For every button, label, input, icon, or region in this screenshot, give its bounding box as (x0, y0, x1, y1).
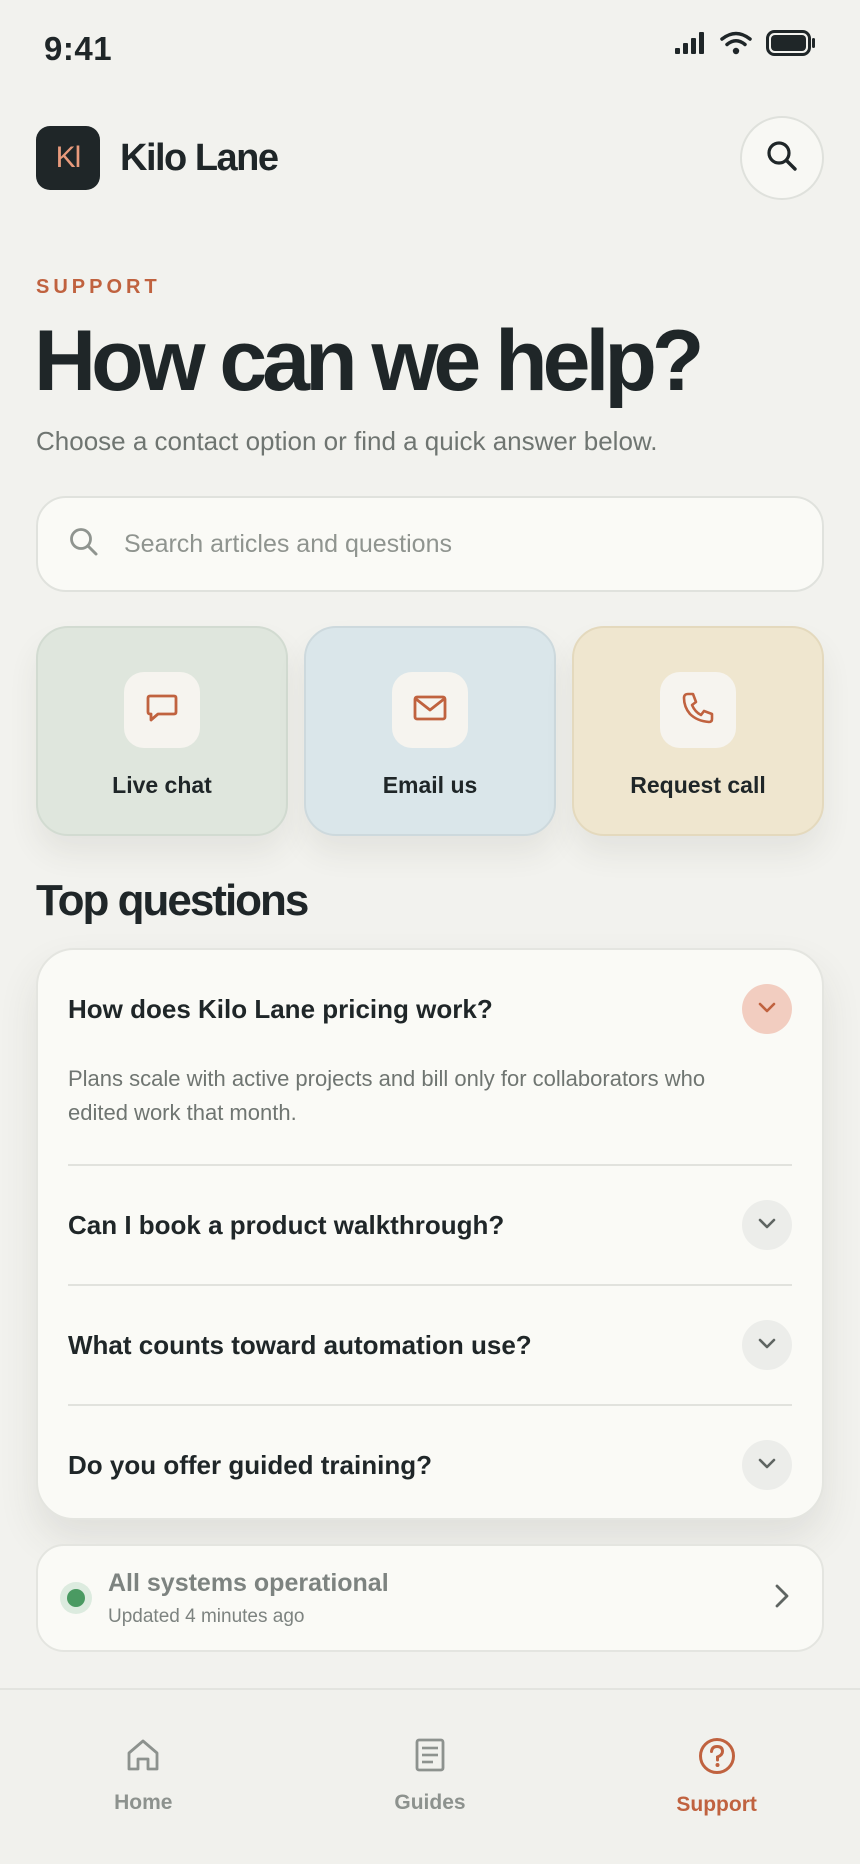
status-icons (674, 30, 816, 56)
search-icon (765, 139, 799, 178)
chevron-down-icon (757, 1000, 777, 1019)
wifi-icon (720, 31, 752, 55)
brand-logo: Kl (36, 126, 100, 190)
page-title: How can we help? (34, 313, 704, 409)
tab-bar: Home Guides Support (0, 1688, 860, 1864)
app-header: Kl Kilo Lane (36, 116, 824, 200)
faq-question-row[interactable]: How does Kilo Lane pricing work? (68, 950, 792, 1068)
email-us-button[interactable]: Email us (304, 626, 556, 836)
faq-question: What counts toward automation use? (68, 1329, 532, 1360)
chevron-right-icon (774, 1583, 790, 1614)
faq-question-row[interactable]: Do you offer guided training? (68, 1406, 792, 1524)
live-chat-button[interactable]: Live chat (36, 626, 288, 836)
status-bar: 9:41 (0, 0, 860, 96)
phone-icon (679, 689, 717, 732)
faq-list: How does Kilo Lane pricing work? Plans s… (36, 948, 824, 1520)
status-updated: Updated 4 minutes ago (108, 1605, 305, 1627)
tab-support[interactable]: Support (617, 1736, 817, 1864)
faq-question: Can I book a product walkthrough? (68, 1209, 505, 1240)
section-eyebrow: SUPPORT (36, 276, 161, 298)
tab-label: Guides (394, 1791, 466, 1814)
help-circle-icon (697, 1736, 737, 1781)
status-arrow[interactable] (762, 1578, 802, 1618)
status-indicator (60, 1582, 92, 1614)
search-input[interactable] (124, 529, 764, 559)
contact-icon-wrap (124, 672, 200, 748)
chat-bubble-icon (144, 690, 180, 731)
faq-item[interactable]: Can I book a product walkthrough? (68, 1166, 792, 1286)
request-call-button[interactable]: Request call (572, 626, 824, 836)
document-icon (411, 1736, 449, 1779)
faq-toggle[interactable] (742, 984, 792, 1034)
faq-item[interactable]: Do you offer guided training? (68, 1406, 792, 1524)
faq-question: Do you offer guided training? (68, 1449, 432, 1480)
faq-toggle[interactable] (742, 1200, 792, 1250)
faq-item[interactable]: How does Kilo Lane pricing work? Plans s… (68, 950, 792, 1166)
battery-icon (766, 30, 816, 56)
mail-icon (411, 689, 449, 732)
status-title: All systems operational (108, 1568, 389, 1597)
faq-toggle[interactable] (742, 1320, 792, 1370)
system-status-card[interactable]: All systems operational Updated 4 minute… (36, 1544, 824, 1652)
search-button[interactable] (740, 116, 824, 200)
home-icon (124, 1736, 162, 1779)
signal-icon (674, 32, 706, 54)
faq-toggle[interactable] (742, 1440, 792, 1490)
contact-icon-wrap (392, 672, 468, 748)
faq-question: How does Kilo Lane pricing work? (68, 993, 493, 1024)
tab-label: Support (676, 1793, 757, 1816)
brand[interactable]: Kl Kilo Lane (36, 126, 279, 190)
status-texts: All systems operational Updated 4 minute… (108, 1569, 762, 1628)
chevron-down-icon (757, 1336, 777, 1355)
contact-icon-wrap (660, 672, 736, 748)
faq-question-row[interactable]: What counts toward automation use? (68, 1286, 792, 1404)
tab-guides[interactable]: Guides (330, 1736, 530, 1864)
faq-item[interactable]: What counts toward automation use? (68, 1286, 792, 1406)
contact-options: Live chat Email us Request call (36, 626, 824, 836)
contact-label: Email us (382, 772, 478, 798)
contact-label: Request call (630, 772, 766, 798)
status-time: 9:41 (44, 30, 113, 67)
chevron-down-icon (757, 1456, 777, 1475)
faq-answer: Plans scale with active projects and bil… (68, 1066, 706, 1125)
contact-label: Live chat (112, 772, 212, 798)
tab-label: Home (114, 1791, 173, 1814)
faq-question-row[interactable]: Can I book a product walkthrough? (68, 1166, 792, 1284)
faq-section-title: Top questions (36, 876, 309, 925)
page-subtitle: Choose a contact option or find a quick … (36, 426, 658, 456)
chevron-down-icon (757, 1216, 777, 1235)
brand-name: Kilo Lane (120, 136, 279, 179)
search-field[interactable] (36, 496, 824, 592)
search-icon (68, 526, 100, 563)
status-dot (67, 1589, 85, 1607)
tab-home[interactable]: Home (43, 1736, 243, 1864)
